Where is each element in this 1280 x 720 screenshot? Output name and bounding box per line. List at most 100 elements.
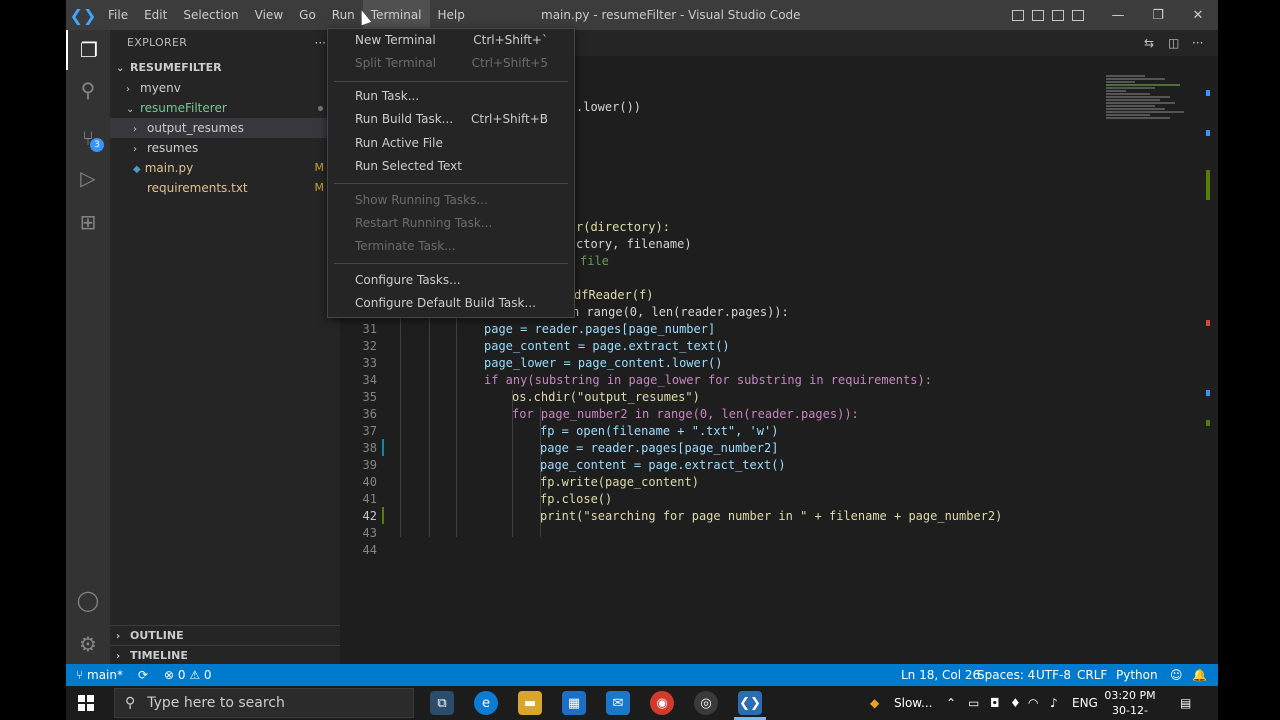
vscode-taskbar-icon[interactable]: ❮❯ — [738, 691, 762, 715]
status-bar: ⑂ main* ⟳ ⊗ 0 ⚠ 0 Ln 18, Col 26 Spaces: … — [66, 664, 1218, 686]
menu-help[interactable]: Help — [430, 0, 473, 30]
menu-selection[interactable]: Selection — [175, 0, 246, 30]
modified-dot — [318, 106, 323, 111]
obs-icon[interactable]: ◎ — [694, 691, 718, 715]
source-control-icon[interactable]: ⑂ 3 — [66, 118, 110, 158]
settings-gear-icon[interactable]: ⚙ — [66, 624, 110, 664]
chevron-right-icon: › — [116, 631, 121, 642]
tray-camera-icon[interactable]: ◘ — [990, 686, 1000, 720]
menu-run-selected-text[interactable]: Run Selected Text — [328, 155, 574, 178]
taskbar-search-box[interactable]: ⚲ Type here to search — [114, 688, 414, 718]
menu-run-build-task[interactable]: Run Build Task... Ctrl+Shift+B — [328, 108, 574, 131]
language-mode[interactable]: Python — [1116, 664, 1158, 686]
tree-item-resumefilterer[interactable]: ⌄ resumeFilterer — [110, 98, 340, 118]
branch-indicator[interactable]: ⑂ main* — [76, 664, 123, 686]
notification-center-icon[interactable]: ▤ — [1180, 686, 1191, 720]
cursor-position[interactable]: Ln 18, Col 26 — [901, 664, 980, 686]
menu-separator — [334, 183, 568, 184]
code-line-35: 35 os.chdir("output_resumes") — [362, 390, 700, 404]
editor-scrollbar[interactable] — [1206, 90, 1210, 490]
wifi-icon[interactable]: ◠ — [1028, 686, 1038, 720]
sync-icon[interactable]: ⟳ — [138, 664, 148, 686]
code-line-44: 44 — [362, 543, 377, 557]
outline-section[interactable]: › OUTLINE — [110, 625, 340, 645]
minimize-button[interactable]: — — [1098, 0, 1138, 30]
vscode-logo-icon: ❮❯ — [69, 5, 97, 25]
line-ending[interactable]: CRLF — [1077, 664, 1107, 686]
menu-terminate-task: Terminate Task... — [355, 239, 456, 253]
modified-badge: M — [314, 161, 325, 174]
menu-run-active-file[interactable]: Run Active File — [328, 132, 574, 155]
title-bar: ❮❯ File Edit Selection View Go Run Termi… — [66, 0, 1218, 30]
chevron-right-icon: › — [133, 124, 137, 135]
toggle-panel-icon[interactable] — [1032, 9, 1044, 21]
minimap[interactable] — [1106, 75, 1204, 155]
microsoft-store-icon[interactable]: ▦ — [562, 691, 586, 715]
explorer-more-actions-icon[interactable]: ··· — [315, 36, 326, 50]
menu-edit[interactable]: Edit — [136, 0, 175, 30]
menu-terminal[interactable]: Terminal — [362, 0, 430, 30]
toggle-sidebar-icon[interactable] — [1012, 9, 1024, 21]
code-line-37: 37 fp = open(filename + ".txt", 'w') — [362, 424, 779, 438]
scm-badge: 3 — [90, 138, 104, 152]
code-line-43: 43 — [362, 526, 377, 540]
task-view-icon[interactable]: ⧉ — [430, 691, 454, 715]
file-explorer-icon[interactable]: ▬ — [518, 691, 542, 715]
windows-taskbar: ⚲ Type here to search ⧉ e ▬ ▦ ✉ ◉ ◎ ❮❯ ◆… — [66, 686, 1218, 720]
tree-item-requirements[interactable]: requirements.txt M — [110, 178, 340, 198]
menu-view[interactable]: View — [247, 0, 291, 30]
volume-icon[interactable]: ♪ — [1050, 686, 1058, 720]
weather-icon[interactable]: ◆ — [870, 686, 879, 720]
notifications-bell-icon[interactable]: 🔔 — [1192, 664, 1207, 686]
python-file-icon: ◆ — [133, 164, 141, 175]
windows-start-icon[interactable] — [78, 695, 94, 711]
weather-text[interactable]: Slow... — [894, 686, 932, 720]
menu-restart-running-task: Restart Running Task... — [355, 216, 493, 230]
activity-bar: ❐ ⚲ ⑂ 3 ▷ ⊞ ◯ ⚙ — [66, 30, 110, 664]
tree-item-output-resumes[interactable]: › output_resumes — [110, 118, 340, 138]
extensions-icon[interactable]: ⊞ — [66, 202, 110, 242]
menu-configure-default-build-task[interactable]: Configure Default Build Task... — [328, 292, 574, 315]
chrome-icon[interactable]: ◉ — [650, 691, 674, 715]
menu-configure-tasks[interactable]: Configure Tasks... — [328, 269, 574, 292]
toggle-secondary-sidebar-icon[interactable] — [1052, 9, 1064, 21]
tree-item-main-py[interactable]: ◆ main.py M — [110, 158, 340, 178]
tray-mic-icon[interactable]: ♦ — [1010, 686, 1021, 720]
run-debug-icon[interactable]: ▷ — [66, 158, 110, 198]
feedback-icon[interactable]: ☺ — [1170, 664, 1183, 686]
system-clock[interactable]: 03:20 PM 30-12-2022 — [1100, 688, 1160, 720]
menu-file[interactable]: File — [100, 0, 136, 30]
encoding[interactable]: UTF-8 — [1036, 664, 1071, 686]
more-actions-icon[interactable]: ··· — [1192, 36, 1203, 50]
search-icon[interactable]: ⚲ — [66, 70, 110, 110]
accounts-icon[interactable]: ◯ — [66, 580, 110, 620]
chevron-up-icon[interactable]: ⌃ — [946, 686, 956, 720]
menu-run-task[interactable]: Run Task... — [328, 85, 574, 108]
workspace-root[interactable]: ⌄ RESUMEFILTER — [110, 58, 340, 78]
code-line-38: 38 page = reader.pages[page_number2] — [362, 441, 779, 455]
chevron-right-icon: › — [126, 84, 130, 95]
timeline-section[interactable]: › TIMELINE — [110, 645, 340, 665]
tree-item-myenv[interactable]: › myenv — [110, 78, 340, 98]
split-editor-icon[interactable]: ◫ — [1168, 36, 1179, 50]
menu-run[interactable]: Run — [324, 0, 363, 30]
code-line-36: 36 for page_number2 in range(0, len(reade… — [362, 407, 859, 421]
language-indicator[interactable]: ENG — [1072, 686, 1098, 720]
menu-new-terminal[interactable]: New Terminal Ctrl+Shift+` — [328, 29, 574, 52]
mail-icon[interactable]: ✉ — [606, 691, 630, 715]
customize-layout-icon[interactable] — [1072, 9, 1084, 21]
restore-button[interactable]: ❐ — [1138, 0, 1178, 30]
explorer-icon[interactable]: ❐ — [66, 30, 110, 70]
problems-indicator[interactable]: ⊗ 0 ⚠ 0 — [164, 664, 212, 686]
menu-separator — [334, 263, 568, 264]
compare-icon[interactable]: ⇆ — [1144, 36, 1154, 50]
close-button[interactable]: ✕ — [1178, 0, 1218, 30]
code-line-39: 39 page_content = page.extract_text() — [362, 458, 786, 472]
indentation[interactable]: Spaces: 4 — [977, 664, 1035, 686]
menu-go[interactable]: Go — [291, 0, 324, 30]
tray-network-icon[interactable]: ▭ — [968, 686, 979, 720]
edge-browser-icon[interactable]: e — [474, 691, 498, 715]
chevron-right-icon: › — [133, 144, 137, 155]
explorer-header: EXPLORER — [127, 36, 188, 49]
tree-item-resumes[interactable]: › resumes — [110, 138, 340, 158]
